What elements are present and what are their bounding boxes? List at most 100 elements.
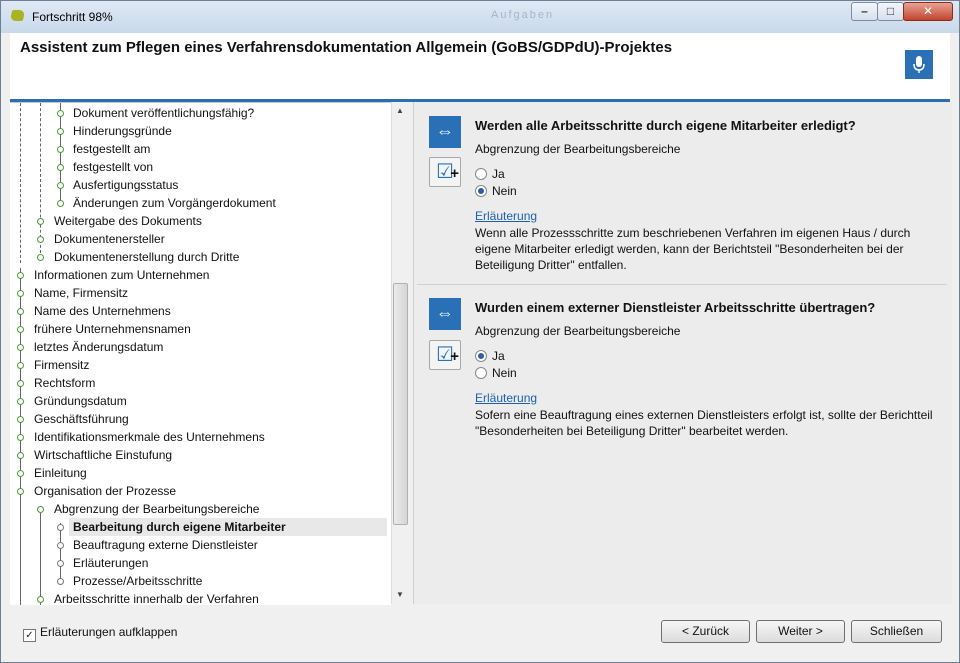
tree-node-icon [37, 236, 44, 243]
tree-node-icon [57, 578, 64, 585]
explanation-link[interactable]: Erläuterung [475, 209, 537, 223]
navigation-tree[interactable]: Dokument veröffentlichungsfähig? Hinderun… [10, 102, 391, 605]
tree-node-icon [17, 344, 24, 351]
radio-nein[interactable]: Nein [475, 365, 517, 381]
microphone-icon[interactable] [905, 50, 933, 79]
tree-node-icon [57, 146, 64, 153]
tree-guide-line [20, 103, 21, 263]
tree-node-icon [57, 560, 64, 567]
question-section: ⇔ ☑ + Wurden einem externer Dienstleister… [417, 284, 947, 485]
tree-item[interactable]: Hinderungsgründe [73, 122, 172, 140]
title-bar[interactable]: Fortschritt 98% Aufgaben – □ ✕ [1, 1, 959, 33]
explanation-text: Sofern eine Beauftragung eines externen … [475, 408, 933, 438]
radio-label: Ja [492, 349, 505, 363]
swap-arrows-icon[interactable]: ⇔ [429, 298, 461, 330]
tree-item[interactable]: Bearbeitung durch eigene Mitarbeiter [69, 518, 387, 536]
tree-item[interactable]: Name, Firmensitz [34, 284, 128, 302]
maximize-button[interactable]: □ [877, 2, 904, 21]
radio-button-selected[interactable] [475, 350, 487, 362]
minimize-icon: – [861, 4, 868, 18]
tree-node-icon [37, 596, 44, 603]
tree-node-icon [57, 542, 64, 549]
tree-item[interactable]: Dokumentenerstellung durch Dritte [54, 248, 239, 266]
tree-item[interactable]: Wirtschaftliche Einstufung [34, 446, 172, 464]
tree-item[interactable]: Arbeitsschritte innerhalb der Verfahren [54, 590, 259, 605]
back-button[interactable]: < Zurück [661, 620, 750, 643]
tree-item[interactable]: Informationen zum Unternehmen [34, 266, 209, 284]
explanation-link[interactable]: Erläuterung [475, 391, 537, 405]
tree-node-icon [57, 524, 64, 531]
tree-item[interactable]: Beauftragung externe Dienstleister [73, 536, 258, 554]
tree-item-label: Wirtschaftliche Einstufung [34, 448, 173, 462]
tree-item[interactable]: Geschäftsführung [34, 410, 129, 428]
tree-item[interactable]: Weitergabe des Dokuments [54, 212, 202, 230]
tree-item[interactable]: Änderungen zum Vorgängerdokument [73, 194, 276, 212]
tree-item[interactable]: festgestellt von [73, 158, 153, 176]
swap-arrows-icon[interactable]: ⇔ [429, 116, 461, 148]
tree-item-label: Dokumentenersteller [54, 232, 165, 246]
close-window-button[interactable]: ✕ [903, 2, 953, 21]
minimize-button[interactable]: – [851, 2, 878, 21]
tree-item[interactable]: festgestellt am [73, 140, 150, 158]
checkbox-label: Erläuterungen aufklappen [40, 625, 178, 639]
maximize-icon: □ [886, 4, 895, 18]
tree-node-icon [57, 110, 64, 117]
tree-item[interactable]: Prozesse/Arbeitsschritte [73, 572, 202, 590]
tree-item[interactable]: Organisation der Prozesse [34, 482, 176, 500]
tree-item-label: Hinderungsgründe [73, 124, 172, 138]
tree-item-label: festgestellt am [73, 142, 151, 156]
tree-item[interactable]: Ausfertigungsstatus [73, 176, 178, 194]
tree-item[interactable]: Gründungsdatum [34, 392, 127, 410]
question-title: Wurden einem externer Dienstleister Arbe… [475, 300, 876, 315]
tree-node-icon [17, 272, 24, 279]
next-button[interactable]: Weiter > [756, 620, 845, 643]
radio-label: Nein [492, 366, 517, 380]
scroll-down-icon[interactable]: ▼ [392, 588, 408, 602]
tree-scrollbar[interactable]: ▲ ▼ [391, 102, 408, 604]
radio-button[interactable] [475, 168, 487, 180]
tree-node-icon [17, 434, 24, 441]
tree-node-icon [17, 362, 24, 369]
tree-item-label: Name des Unternehmens [34, 304, 171, 318]
tree-item[interactable]: frühere Unternehmensnamen [34, 320, 191, 338]
tree-node-icon [17, 470, 24, 477]
tree-item[interactable]: Firmensitz [34, 356, 89, 374]
tree-item-label: Name, Firmensitz [34, 286, 129, 300]
tree-item-label: festgestellt von [73, 160, 154, 174]
tree-item-label: Firmensitz [34, 358, 90, 372]
tree-item-label: Weitergabe des Dokuments [54, 214, 202, 228]
tree-item[interactable]: Identifikationsmerkmale des Unternehmens [34, 428, 265, 446]
wizard-window: Fortschritt 98% Aufgaben – □ ✕ Assistent… [0, 0, 960, 663]
tree-item[interactable]: Rechtsform [34, 374, 95, 392]
add-checkmark-icon[interactable]: ☑ + [429, 340, 461, 370]
radio-ja[interactable]: Ja [475, 348, 505, 364]
tree-item[interactable]: Name des Unternehmens [34, 302, 171, 320]
radio-nein[interactable]: Nein [475, 183, 517, 199]
tree-item-label: Dokumentenerstellung durch Dritte [54, 250, 240, 264]
expand-explanations-checkbox[interactable]: ✓ Erläuterungen aufklappen [23, 624, 178, 642]
tree-item[interactable]: Erläuterungen [73, 554, 148, 572]
tree-item-label: Dokument veröffentlichungsfähig? [73, 106, 255, 120]
tree-item[interactable]: Dokumentenersteller [54, 230, 165, 248]
checkbox-box[interactable]: ✓ [23, 629, 36, 642]
radio-ja[interactable]: Ja [475, 166, 505, 182]
tree-item[interactable]: Einleitung [34, 464, 87, 482]
radio-button-selected[interactable] [475, 185, 487, 197]
tree-item[interactable]: letztes Änderungsdatum [34, 338, 163, 356]
tree-item-label: Beauftragung externe Dienstleister [73, 538, 258, 552]
scrollbar-thumb[interactable] [393, 283, 408, 525]
tree-item[interactable]: Abgrenzung der Bearbeitungsbereiche [54, 500, 259, 518]
radio-label: Nein [492, 184, 517, 198]
tree-node-icon [57, 164, 64, 171]
background-window-text: Aufgaben [491, 9, 555, 21]
tree-node-icon [37, 218, 44, 225]
tree-item-label: Rechtsform [34, 376, 96, 390]
question-section: ⇔ ☑ + Werden alle Arbeitsschritte durch e… [417, 102, 947, 282]
scroll-up-icon[interactable]: ▲ [392, 104, 408, 118]
question-category: Abgrenzung der Bearbeitungsbereiche [475, 142, 681, 156]
add-checkmark-icon[interactable]: ☑ + [429, 157, 461, 187]
radio-button[interactable] [475, 367, 487, 379]
tree-item[interactable]: Dokument veröffentlichungsfähig? [73, 104, 254, 122]
close-button[interactable]: Schließen [851, 620, 942, 643]
tree-guide-line [60, 523, 61, 583]
